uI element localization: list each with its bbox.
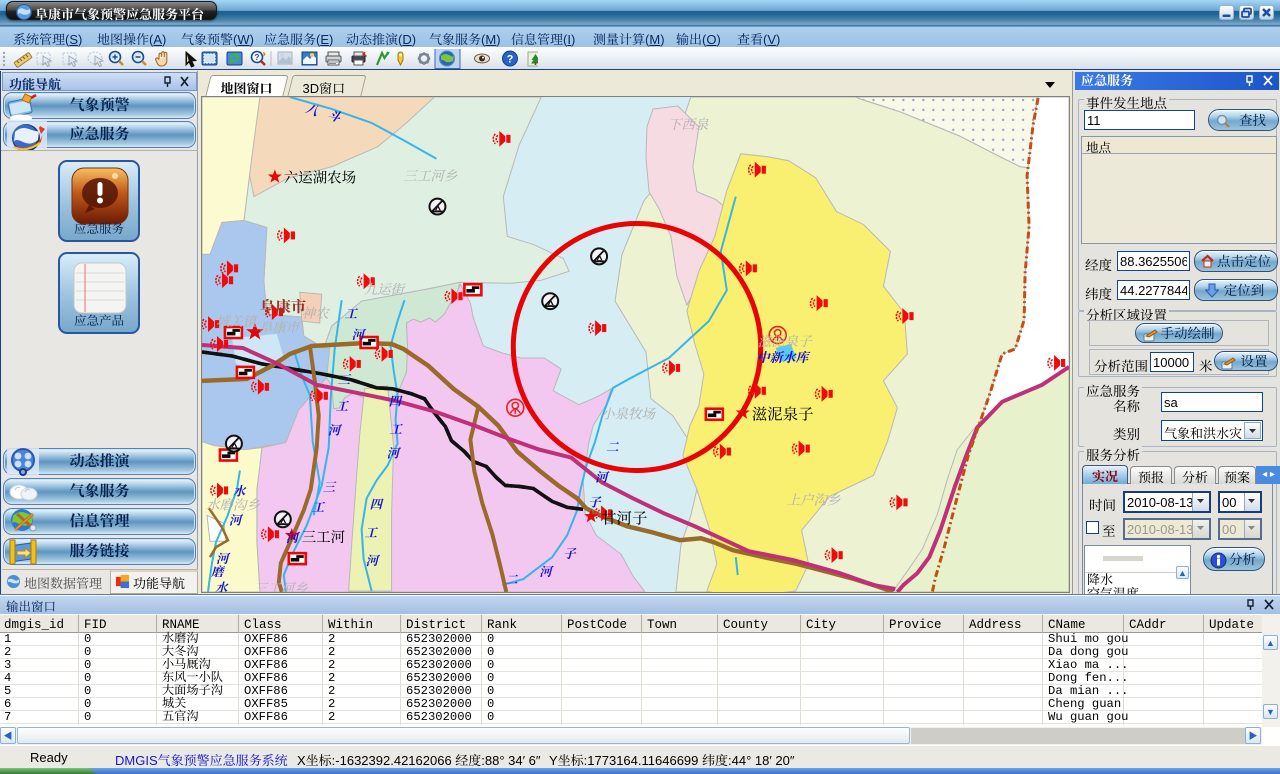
svg-text:甘河子: 甘河子 <box>601 510 647 527</box>
svg-text:滋泥泉子: 滋泥泉子 <box>752 406 814 424</box>
svg-text:水: 水 <box>215 581 229 592</box>
svg-text:二: 二 <box>606 441 619 455</box>
svg-text:三工河乡: 三工河乡 <box>404 169 458 184</box>
svg-text:中新水库: 中新水库 <box>757 350 811 365</box>
svg-text:?: ? <box>255 53 260 62</box>
svg-text:三工河: 三工河 <box>302 530 345 546</box>
svg-text:六运湖农场: 六运湖农场 <box>284 170 356 187</box>
svg-text:上户沟乡: 上户沟乡 <box>787 492 841 507</box>
svg-text:下西泉: 下西泉 <box>668 117 709 132</box>
svg-text:工: 工 <box>336 400 350 414</box>
svg-text:工: 工 <box>312 500 326 514</box>
svg-text:三: 三 <box>323 480 337 494</box>
svg-text:二: 二 <box>505 573 518 587</box>
svg-text:阜康市: 阜康市 <box>260 298 307 316</box>
svg-text:工: 工 <box>365 526 379 540</box>
svg-text:水: 水 <box>233 484 247 498</box>
svg-text:子: 子 <box>588 495 602 509</box>
svg-text:三工河乡: 三工河乡 <box>254 581 308 592</box>
svg-text:子: 子 <box>563 547 577 561</box>
svg-text:三: 三 <box>338 373 352 387</box>
svg-text:神农: 神农 <box>302 306 330 321</box>
svg-text:阜康市: 阜康市 <box>259 320 302 335</box>
svg-text:工: 工 <box>345 307 359 321</box>
svg-text:工: 工 <box>390 423 404 437</box>
svg-text:城关镇: 城关镇 <box>216 314 259 329</box>
svg-text:小泉牧场: 小泉牧场 <box>601 407 656 422</box>
svg-text:九运街: 九运街 <box>364 282 407 297</box>
svg-text:水磨沟乡: 水磨沟乡 <box>206 497 260 512</box>
svg-text:?: ? <box>507 54 514 66</box>
svg-text:滋泥泉子: 滋泥泉子 <box>758 334 813 349</box>
